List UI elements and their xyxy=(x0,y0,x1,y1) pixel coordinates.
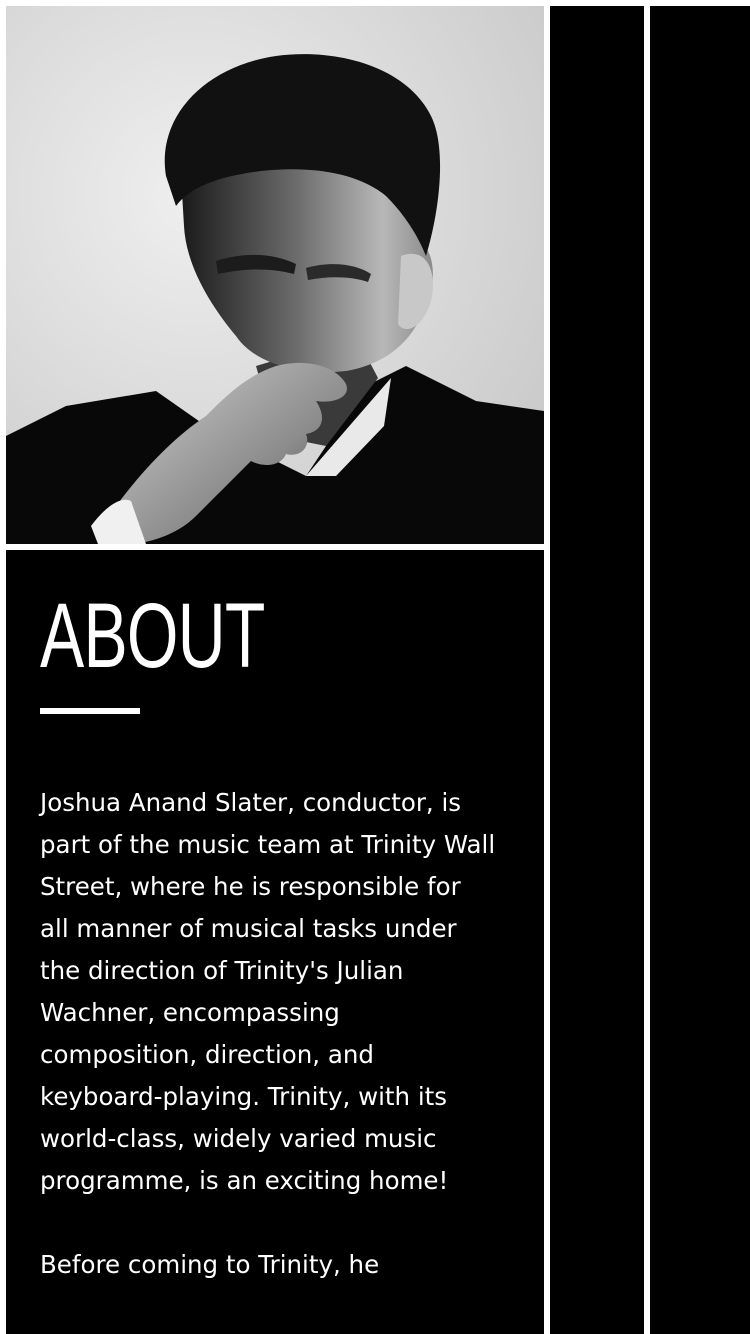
about-section: ABOUT Joshua Anand Slater, conductor, is… xyxy=(6,550,544,1334)
portrait-illustration xyxy=(6,6,544,544)
about-heading: ABOUT xyxy=(40,585,265,687)
about-body: Joshua Anand Slater, conductor, is part … xyxy=(40,782,496,1328)
about-paragraph: Before coming to Trinity, he xyxy=(40,1250,380,1279)
heading-underline xyxy=(40,708,140,714)
page: ABOUT Joshua Anand Slater, conductor, is… xyxy=(0,0,750,1334)
portrait-photo xyxy=(6,6,544,544)
dark-column-panel-right xyxy=(650,6,750,1334)
dark-column-panel xyxy=(550,6,644,1334)
about-paragraph: Joshua Anand Slater, conductor, is part … xyxy=(40,788,496,1195)
